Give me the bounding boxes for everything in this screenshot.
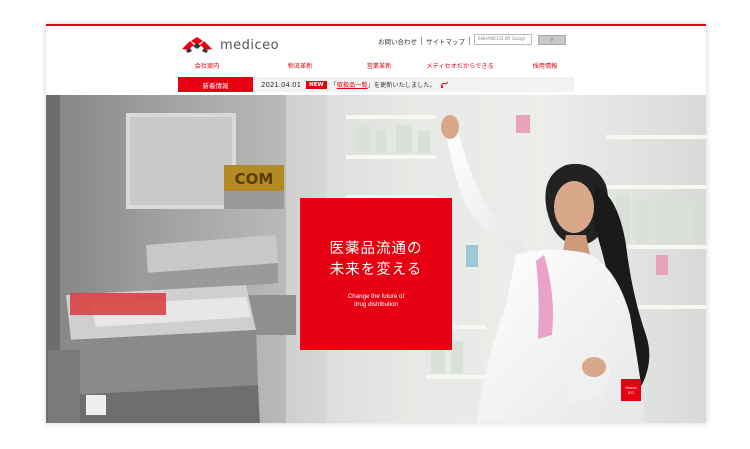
nav-item-mediceo-only[interactable]: メディセオだからできる — [396, 61, 524, 70]
news-label[interactable]: 新着情報 — [178, 77, 253, 92]
news-link[interactable]: 取扱品一覧 — [337, 82, 368, 89]
machine-label: COM — [235, 170, 274, 188]
browser-frame: mediceo お問い合わせ サイトマップ ENHANCED BY Googl … — [46, 24, 706, 423]
search-button[interactable]: ⌕ — [538, 34, 566, 45]
tagline-en-line-2: drug distribution — [353, 301, 398, 308]
search-input[interactable]: ENHANCED BY Googl — [474, 34, 532, 45]
nav-item-sales[interactable]: 営業革新 — [362, 61, 396, 70]
hero-tagline[interactable]: 医薬品流通の 未来を変える Change the future of drug … — [300, 198, 452, 350]
external-link-icon — [440, 81, 449, 88]
site-search: ENHANCED BY Googl ⌕ — [474, 34, 566, 45]
util-divider — [469, 37, 470, 45]
news-date: 2021.04.01 — [261, 80, 302, 89]
hero-banner: COM 医薬品流通の 未来を変える Change the future of d… — [46, 95, 706, 423]
news-text: 「取扱品一覧」を更新いたしました。 — [331, 80, 436, 89]
logo-mark-icon — [182, 37, 212, 53]
tagline-jp-line-2: 未来を変える — [329, 262, 423, 278]
contact-link[interactable]: お問い合わせ — [374, 36, 421, 46]
sitemap-link[interactable]: サイトマップ — [422, 36, 469, 46]
tagline-en: Change the future of drug distribution — [348, 293, 404, 309]
new-badge: NEW — [306, 80, 327, 89]
tagline-jp: 医薬品流通の 未来を変える — [330, 239, 423, 281]
logo[interactable]: mediceo — [180, 37, 279, 53]
news-ticker: 新着情報 2021.04.01 NEW 「取扱品一覧」を更新いたしました。 — [178, 77, 574, 92]
search-icon: ⌕ — [550, 36, 554, 43]
logo-text: mediceo — [220, 37, 280, 53]
nav-item-recruit[interactable]: 採用情報 — [524, 61, 566, 70]
nav-item-logistics[interactable]: 物流革新 — [238, 61, 362, 70]
utility-nav: お問い合わせ サイトマップ — [374, 36, 470, 46]
tagline-en-line-1: Change the future of — [347, 293, 405, 300]
news-text-suffix: 」を更新いたしました。 — [367, 82, 436, 89]
nav-item-company[interactable]: 会社案内 — [176, 61, 238, 70]
tagline-jp-line-1: 医薬品流通の — [329, 241, 423, 257]
global-nav: 会社案内 物流革新 営業革新 メディセオだからできる 採用情報 — [176, 61, 566, 70]
corner-badge[interactable]: Peace ICO — [621, 379, 641, 401]
corner-badge-line-2: ICO — [627, 390, 635, 395]
